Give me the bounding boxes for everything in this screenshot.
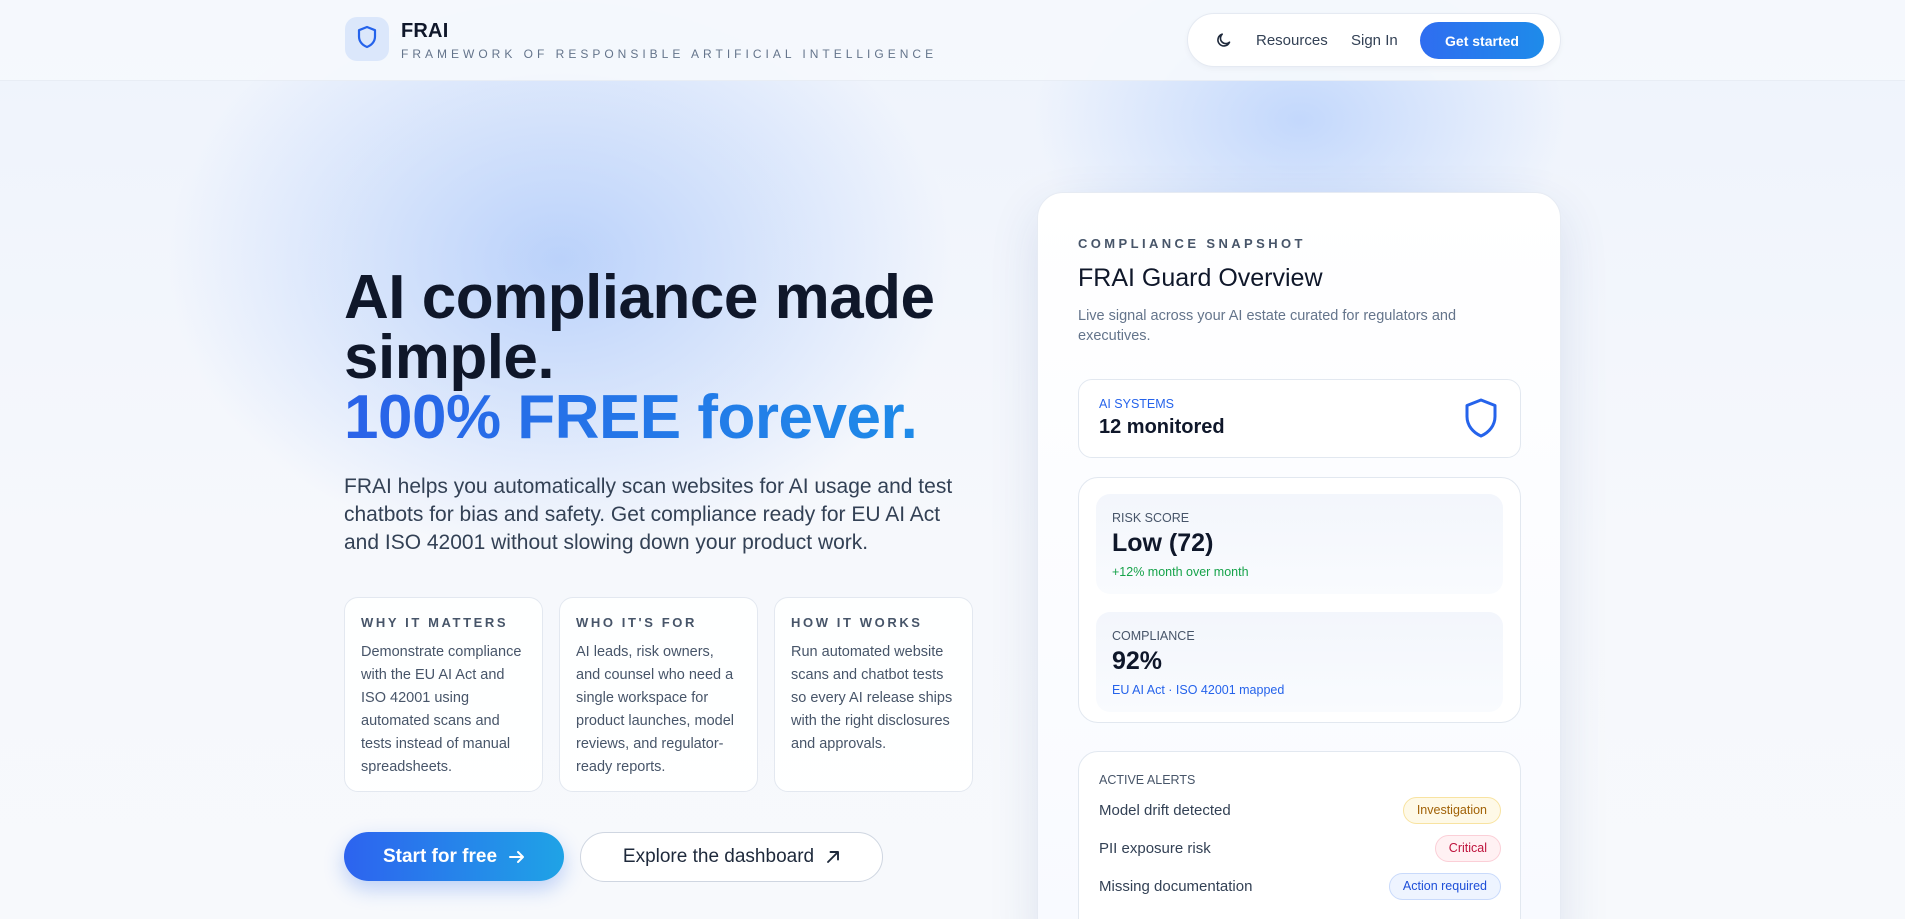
nav-resources-link[interactable]: Resources — [1256, 32, 1328, 49]
status-badge: Investigation — [1402, 797, 1501, 824]
alert-row[interactable]: PII exposure risk Critical — [1099, 835, 1501, 863]
risk-score-value: Low (72) — [1112, 529, 1214, 557]
site-header: FRAI FRAMEWORK OF RESPONSIBLE ARTIFICIAL… — [0, 0, 1905, 81]
metrics-card: RISK SCORE Low (72) +12% month over mont… — [1078, 477, 1521, 723]
arrow-right-icon — [509, 850, 525, 864]
risk-score-trend: +12% month over month — [1112, 565, 1249, 579]
ai-systems-card: AI SYSTEMS 12 monitored — [1078, 379, 1521, 458]
explore-dashboard-label: Explore the dashboard — [622, 846, 815, 867]
panel-description: Live signal across your AI estate curate… — [1078, 308, 1457, 344]
ai-systems-value: 12 monitored — [1099, 416, 1225, 438]
info-card-kicker: HOW IT WORKS — [791, 615, 923, 630]
nav-sign-in-link[interactable]: Sign In — [1351, 32, 1398, 49]
hero-title-line-1: AI compliance made — [344, 263, 935, 332]
info-card-body: Run automated website scans and chatbot … — [791, 644, 953, 752]
top-nav: Resources Sign In Get started — [1187, 13, 1561, 67]
alert-name: PII exposure risk — [1099, 840, 1211, 857]
risk-score-label: RISK SCORE — [1112, 511, 1190, 525]
active-alerts-card: ACTIVE ALERTS Model drift detected Inves… — [1078, 751, 1521, 919]
info-card-why: WHY IT MATTERS Demonstrate compliance wi… — [344, 597, 543, 792]
compliance-label: COMPLIANCE — [1112, 629, 1195, 643]
alert-name: Model drift detected — [1099, 802, 1231, 819]
compliance-metric: COMPLIANCE 92% EU AI Act · ISO 42001 map… — [1096, 612, 1503, 712]
compliance-frameworks: EU AI Act · ISO 42001 mapped — [1112, 683, 1285, 697]
get-started-button[interactable]: Get started — [1420, 22, 1544, 59]
shield-icon — [356, 25, 378, 54]
alert-name: Missing documentation — [1099, 878, 1253, 895]
hero-title-highlight: 100% FREE forever. — [344, 387, 935, 449]
status-badge: Critical — [1434, 835, 1501, 862]
ai-systems-label: AI SYSTEMS — [1099, 397, 1175, 411]
moon-icon[interactable] — [1215, 31, 1233, 54]
info-card-who: WHO IT'S FOR AI leads, risk owners, and … — [559, 597, 758, 792]
shield-icon — [1463, 397, 1499, 444]
risk-score-metric: RISK SCORE Low (72) +12% month over mont… — [1096, 494, 1503, 594]
brand-logo — [345, 17, 389, 61]
panel-title: FRAI Guard Overview — [1078, 264, 1323, 292]
status-badge: Action required — [1388, 873, 1501, 900]
hero-title: AI compliance made simple. 100% FREE for… — [344, 263, 935, 449]
compliance-snapshot-panel: COMPLIANCE SNAPSHOT FRAI Guard Overview … — [1037, 192, 1561, 919]
panel-kicker: COMPLIANCE SNAPSHOT — [1078, 236, 1306, 251]
start-for-free-label: Start for free — [382, 845, 498, 867]
brand-tagline: FRAMEWORK OF RESPONSIBLE ARTIFICIAL INTE… — [401, 47, 938, 61]
explore-dashboard-button[interactable]: Explore the dashboard — [580, 832, 883, 882]
arrow-up-right-icon — [826, 850, 840, 864]
alert-row[interactable]: Missing documentation Action required — [1099, 873, 1501, 901]
info-card-body: AI leads, risk owners, and counsel who n… — [576, 644, 734, 775]
alert-row[interactable]: Model drift detected Investigation — [1099, 797, 1501, 825]
info-card-body: Demonstrate compliance with the EU AI Ac… — [361, 644, 522, 775]
hero-title-line-2: simple. — [344, 323, 555, 392]
brand[interactable]: FRAI FRAMEWORK OF RESPONSIBLE ARTIFICIAL… — [345, 17, 937, 61]
info-card-kicker: WHY IT MATTERS — [361, 615, 509, 630]
compliance-value: 92% — [1112, 647, 1163, 675]
start-for-free-button[interactable]: Start for free — [344, 832, 564, 881]
info-card-how: HOW IT WORKS Run automated website scans… — [774, 597, 973, 792]
active-alerts-label: ACTIVE ALERTS — [1099, 773, 1196, 787]
brand-name: FRAI — [401, 20, 449, 42]
info-card-kicker: WHO IT'S FOR — [576, 615, 697, 630]
hero-description: FRAI helps you automatically scan websit… — [344, 475, 953, 554]
info-cards: WHY IT MATTERS Demonstrate compliance wi… — [344, 597, 989, 792]
